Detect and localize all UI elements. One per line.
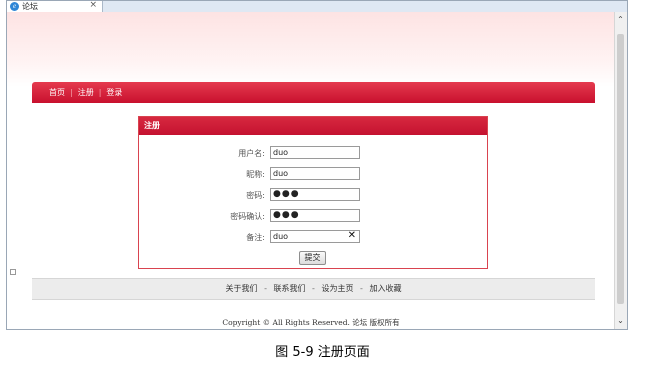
scroll-thumb[interactable] [617,34,624,304]
field-row-password: 密码: ●●● [139,188,487,202]
footer-link-homepage[interactable]: 设为主页 [321,284,353,293]
footer-link-about[interactable]: 关于我们 [226,284,258,293]
password-label: 密码: [246,191,265,200]
footer-separator: - [360,284,363,293]
footer-link-contact[interactable]: 联系我们 [274,284,306,293]
main-nav: 首页 | 注册 | 登录 [32,82,595,103]
browser-tab[interactable]: e 论坛 × [7,1,103,12]
remark-value: duo [273,232,289,241]
field-row-remark: 备注: duo ✕ [139,230,487,244]
nickname-input[interactable]: duo [270,167,360,180]
footer-links: 关于我们 - 联系我们 - 设为主页 - 加入收藏 [32,278,595,300]
side-checkbox [10,269,16,275]
username-input[interactable]: duo [270,146,360,159]
form-header: 注册 [139,117,487,135]
password-confirm-input[interactable]: ●●● [270,209,360,222]
field-row-password-confirm: 密码确认: ●●● [139,209,487,223]
field-row-username: 用户名: duo [139,146,487,160]
nav-item-login[interactable]: 登录 [106,87,122,98]
username-label: 用户名: [238,149,265,158]
footer-separator: - [264,284,267,293]
ie-icon: e [10,2,19,11]
close-tab-icon[interactable]: × [89,1,97,10]
nickname-label: 昵称: [246,170,265,179]
field-row-nickname: 昵称: duo [139,167,487,181]
password-input[interactable]: ●●● [270,188,360,201]
nav-separator: | [98,88,102,97]
scroll-down-icon[interactable]: ⌄ [615,315,626,327]
footer-separator: - [312,284,315,293]
nav-item-register[interactable]: 注册 [78,87,94,98]
browser-window: e 论坛 × 首页 | 注册 | 登录 注册 用户名: duo 昵称: duo … [6,0,628,330]
vertical-scrollbar[interactable]: ⌃ ⌄ [614,12,627,329]
nav-separator: | [70,88,73,97]
password-confirm-label: 密码确认: [230,212,265,221]
clear-icon[interactable]: ✕ [348,231,356,241]
submit-button[interactable]: 提交 [299,251,326,265]
remark-label: 备注: [246,233,265,242]
footer-link-favorites[interactable]: 加入收藏 [369,284,401,293]
copyright-text: Copyright © All Rights Reserved. 论坛 版权所有 [222,318,400,327]
scroll-up-icon[interactable]: ⌃ [615,14,626,26]
tab-title: 论坛 [22,2,38,11]
register-form: 注册 用户名: duo 昵称: duo 密码: ●●● 密码确认: ●●● 备注… [138,116,488,269]
nav-item-home[interactable]: 首页 [49,87,65,98]
page-viewport: 首页 | 注册 | 登录 注册 用户名: duo 昵称: duo 密码: ●●●… [7,12,615,329]
figure-caption: 图 5-9 注册页面 [275,345,370,360]
remark-input[interactable]: duo ✕ [270,230,360,243]
